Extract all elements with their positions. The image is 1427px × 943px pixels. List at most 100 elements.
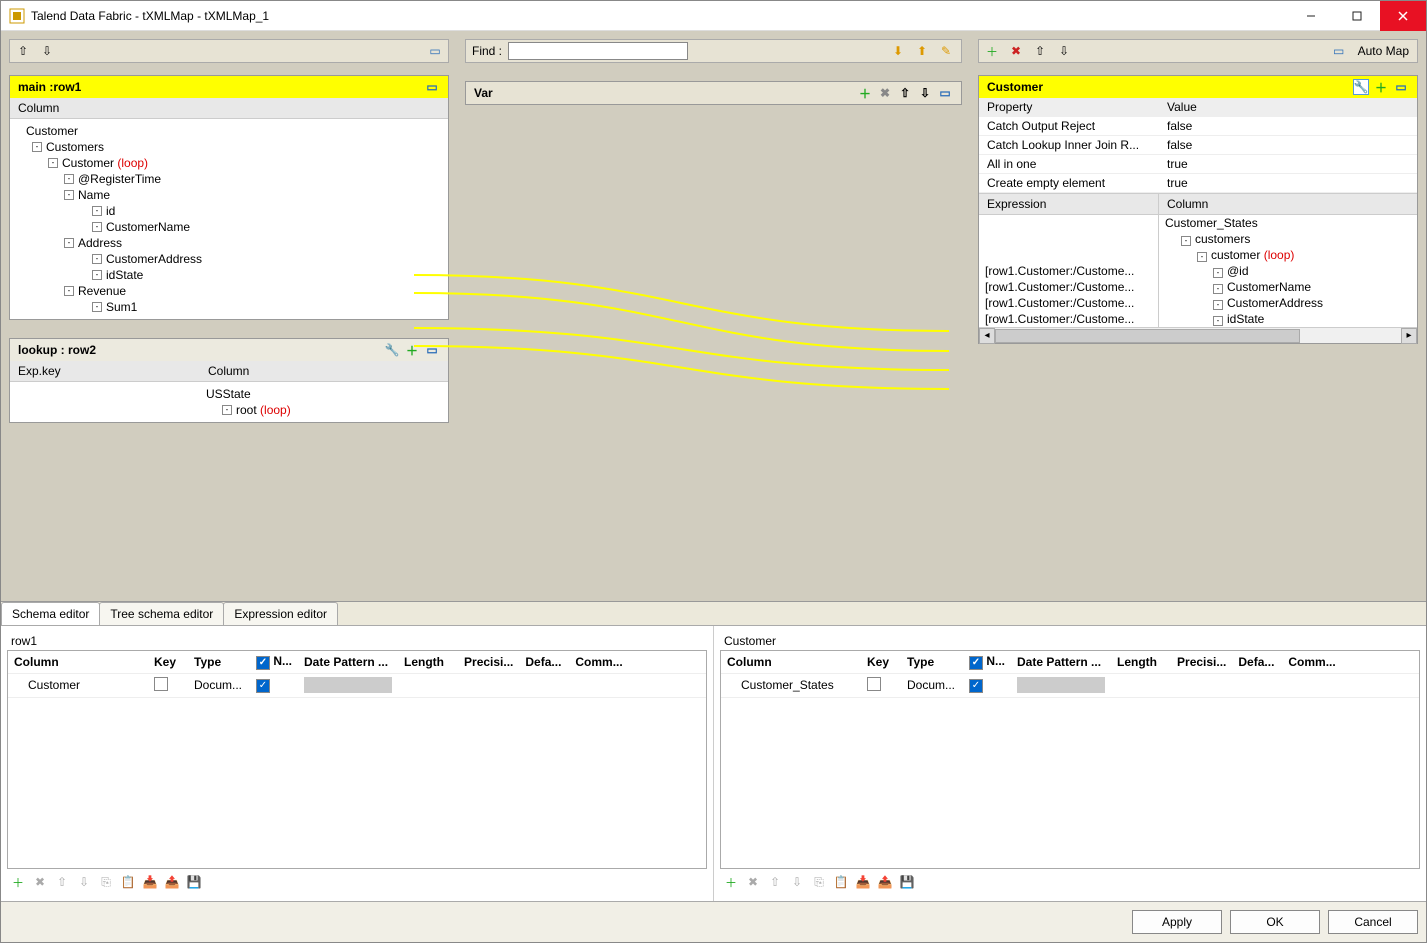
- property-row[interactable]: All in onetrue: [979, 155, 1417, 174]
- key-checkbox[interactable]: [867, 677, 881, 691]
- window-icon[interactable]: ▭: [424, 342, 440, 358]
- move-up-icon[interactable]: ⇧: [53, 873, 71, 891]
- table-row[interactable]: Customer Docum... ✓: [8, 673, 706, 697]
- tree-item[interactable]: [row1.Customer:/Custome...-idState: [979, 311, 1417, 327]
- move-down-icon[interactable]: ⇩: [917, 85, 933, 101]
- collapse-icon[interactable]: -: [92, 254, 102, 264]
- delete-icon[interactable]: ✖: [31, 873, 49, 891]
- tree-item[interactable]: -customers: [979, 231, 1417, 247]
- tree-item[interactable]: -CustomerName: [10, 219, 448, 235]
- add-icon[interactable]: ＋: [722, 873, 740, 891]
- move-up-icon[interactable]: ⇧: [14, 42, 32, 60]
- delete-icon[interactable]: ✖: [744, 873, 762, 891]
- move-down-icon[interactable]: ⇩: [38, 42, 56, 60]
- tab-expression-editor[interactable]: Expression editor: [223, 602, 338, 625]
- nullable-checkbox[interactable]: ✓: [969, 679, 983, 693]
- key-checkbox[interactable]: [154, 677, 168, 691]
- apply-button[interactable]: Apply: [1132, 910, 1222, 934]
- tab-schema-editor[interactable]: Schema editor: [1, 602, 100, 625]
- close-button[interactable]: [1380, 1, 1426, 31]
- add-icon[interactable]: ＋: [9, 873, 27, 891]
- save-icon[interactable]: 💾: [185, 873, 203, 891]
- tree-item[interactable]: [row1.Customer:/Custome...-CustomerAddre…: [979, 295, 1417, 311]
- tree-item[interactable]: [row1.Customer:/Custome...-@id: [979, 263, 1417, 279]
- paste-icon[interactable]: 📋: [832, 873, 850, 891]
- move-up-icon[interactable]: ⇧: [1031, 42, 1049, 60]
- checkbox-header-icon[interactable]: ✓: [256, 656, 270, 670]
- property-row[interactable]: Catch Output Rejectfalse: [979, 117, 1417, 136]
- collapse-icon[interactable]: -: [92, 206, 102, 216]
- window-icon[interactable]: ▭: [1393, 79, 1409, 95]
- tree-item[interactable]: -idState: [10, 267, 448, 283]
- schema-right-grid[interactable]: Column Key Type ✓ N... Date Pattern ... …: [720, 650, 1420, 869]
- delete-icon[interactable]: ✖: [1007, 42, 1025, 60]
- add-icon[interactable]: ＋: [404, 342, 420, 358]
- find-input[interactable]: [508, 42, 688, 60]
- cancel-button[interactable]: Cancel: [1328, 910, 1418, 934]
- copy-icon[interactable]: ⎘: [810, 873, 828, 891]
- add-icon[interactable]: ＋: [857, 85, 873, 101]
- collapse-icon[interactable]: -: [222, 405, 232, 415]
- wrench-icon[interactable]: 🔧: [384, 342, 400, 358]
- highlight-icon[interactable]: ✎: [937, 42, 955, 60]
- window-icon[interactable]: ▭: [937, 85, 953, 101]
- add-icon[interactable]: ＋: [1373, 79, 1389, 95]
- property-row[interactable]: Create empty elementtrue: [979, 174, 1417, 193]
- horizontal-scrollbar[interactable]: ◂ ▸: [979, 327, 1417, 343]
- add-icon[interactable]: ＋: [983, 42, 1001, 60]
- date-pattern-cell[interactable]: [1017, 677, 1105, 693]
- tree-item[interactable]: -CustomerAddress: [10, 251, 448, 267]
- table-row[interactable]: Customer_States Docum... ✓: [721, 673, 1419, 697]
- export-icon[interactable]: 📤: [876, 873, 894, 891]
- collapse-icon[interactable]: -: [48, 158, 58, 168]
- collapse-icon[interactable]: -: [92, 222, 102, 232]
- tree-item[interactable]: -root (loop): [200, 402, 448, 418]
- move-down-icon[interactable]: ⇩: [1055, 42, 1073, 60]
- tree-item[interactable]: -Sum1: [10, 299, 448, 315]
- collapse-icon[interactable]: -: [92, 270, 102, 280]
- checkbox-header-icon[interactable]: ✓: [969, 656, 983, 670]
- delete-icon[interactable]: ✖: [877, 85, 893, 101]
- tree-item[interactable]: -customer (loop): [979, 247, 1417, 263]
- date-pattern-cell[interactable]: [304, 677, 392, 693]
- tree-item[interactable]: Customer_States: [979, 215, 1417, 231]
- export-icon[interactable]: 📤: [163, 873, 181, 891]
- find-next-icon[interactable]: ⬇: [889, 42, 907, 60]
- collapse-icon[interactable]: -: [32, 142, 42, 152]
- maximize-button[interactable]: [1334, 1, 1380, 31]
- move-up-icon[interactable]: ⇧: [766, 873, 784, 891]
- auto-map-button[interactable]: Auto Map: [1354, 44, 1413, 58]
- collapse-icon[interactable]: -: [64, 238, 74, 248]
- collapse-icon[interactable]: -: [64, 190, 74, 200]
- tree-item[interactable]: -Name: [10, 187, 448, 203]
- move-down-icon[interactable]: ⇩: [788, 873, 806, 891]
- import-icon[interactable]: 📥: [141, 873, 159, 891]
- move-up-icon[interactable]: ⇧: [897, 85, 913, 101]
- tab-tree-schema-editor[interactable]: Tree schema editor: [99, 602, 224, 625]
- move-down-icon[interactable]: ⇩: [75, 873, 93, 891]
- minimize-panels-icon[interactable]: ▭: [426, 42, 444, 60]
- tree-item[interactable]: [row1.Customer:/Custome...-CustomerName: [979, 279, 1417, 295]
- ok-button[interactable]: OK: [1230, 910, 1320, 934]
- nullable-checkbox[interactable]: ✓: [256, 679, 270, 693]
- tree-item[interactable]: -Customers: [10, 139, 448, 155]
- find-prev-icon[interactable]: ⬆: [913, 42, 931, 60]
- window-icon[interactable]: ▭: [1330, 42, 1348, 60]
- tree-item[interactable]: -id: [10, 203, 448, 219]
- tree-item[interactable]: -Customer (loop): [10, 155, 448, 171]
- collapse-icon[interactable]: -: [64, 174, 74, 184]
- copy-icon[interactable]: ⎘: [97, 873, 115, 891]
- schema-left-grid[interactable]: Column Key Type ✓ N... Date Pattern ... …: [7, 650, 707, 869]
- window-icon[interactable]: ▭: [424, 79, 440, 95]
- collapse-icon[interactable]: -: [92, 302, 102, 312]
- tree-root[interactable]: Customer: [10, 123, 448, 139]
- import-icon[interactable]: 📥: [854, 873, 872, 891]
- tree-item[interactable]: -Address: [10, 235, 448, 251]
- collapse-icon[interactable]: -: [64, 286, 74, 296]
- tree-root[interactable]: USState: [200, 386, 448, 402]
- tree-item[interactable]: -@RegisterTime: [10, 171, 448, 187]
- property-row[interactable]: Catch Lookup Inner Join R...false: [979, 136, 1417, 155]
- paste-icon[interactable]: 📋: [119, 873, 137, 891]
- minimize-button[interactable]: [1288, 1, 1334, 31]
- tree-item[interactable]: -Revenue: [10, 283, 448, 299]
